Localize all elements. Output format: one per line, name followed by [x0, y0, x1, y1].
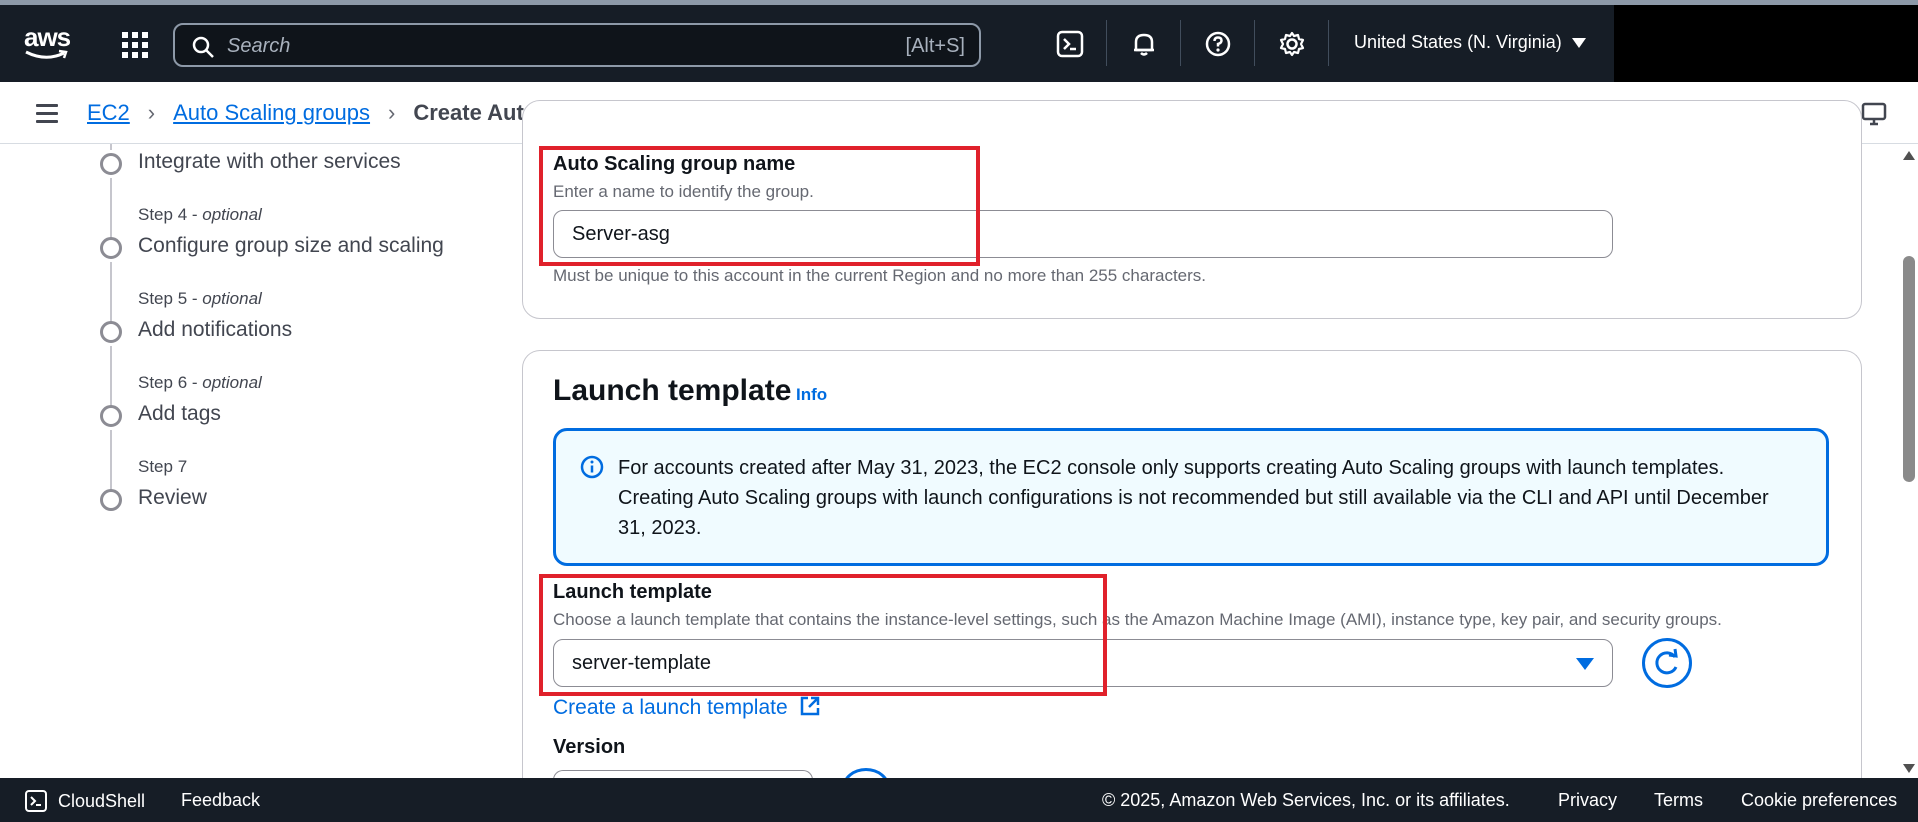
- external-link-icon: [801, 696, 820, 716]
- create-launch-template-text: Create a launch template: [553, 696, 788, 719]
- scroll-up-arrow-icon[interactable]: [1903, 151, 1915, 160]
- services-grid-icon[interactable]: [122, 32, 148, 58]
- step-5-label: Step 5 - optional: [138, 289, 262, 308]
- aws-smile-icon: [25, 49, 68, 59]
- region-label: United States (N. Virginia): [1354, 32, 1562, 52]
- cloudshell-label: CloudShell: [58, 790, 146, 811]
- step-6-title[interactable]: Add tags: [138, 402, 221, 426]
- region-selector[interactable]: United States (N. Virginia): [1354, 32, 1586, 53]
- search-icon: [192, 36, 214, 58]
- step-connector: [110, 144, 112, 150]
- cookie-preferences-link[interactable]: Cookie preferences: [1741, 790, 1897, 811]
- nav-separator: [1180, 20, 1181, 66]
- highlight-box: [539, 146, 980, 266]
- feedback-link[interactable]: Feedback: [181, 790, 260, 811]
- copyright-text: © 2025, Amazon Web Services, Inc. or its…: [1102, 790, 1510, 810]
- top-navigation: aws Search [Alt+S] United States (N. Vir…: [0, 0, 1918, 82]
- gear-icon[interactable]: [1276, 28, 1308, 60]
- asg-name-hint: Must be unique to this account in the cu…: [553, 266, 1207, 285]
- terms-link[interactable]: Terms: [1654, 790, 1703, 811]
- step-3-title[interactable]: Integrate with other services: [138, 150, 401, 174]
- help-icon[interactable]: [1202, 28, 1234, 60]
- step-4-label: Step 4 - optional: [138, 205, 262, 224]
- step-7-label: Step 7: [138, 457, 188, 476]
- scrollbar-thumb[interactable]: [1903, 256, 1915, 482]
- wizard-steps: Integrate with other services Step 4 - o…: [0, 144, 500, 778]
- nav-separator: [1106, 20, 1107, 66]
- nav-separator: [1328, 20, 1329, 66]
- step-connector: [110, 346, 112, 406]
- caret-down-icon: [1571, 38, 1586, 49]
- step-circle-icon: [100, 153, 122, 175]
- search-input[interactable]: Search [Alt+S]: [173, 23, 981, 67]
- step-connector: [110, 178, 112, 238]
- step-connector: [110, 262, 112, 322]
- step-connector: [110, 430, 112, 490]
- refresh-button[interactable]: [1642, 638, 1692, 688]
- search-shortcut: [Alt+S]: [905, 35, 965, 57]
- aws-logo[interactable]: aws: [24, 22, 74, 60]
- info-link[interactable]: Info: [796, 385, 827, 405]
- cloudshell-icon[interactable]: [1054, 28, 1086, 60]
- launch-template-heading: Launch template: [553, 374, 792, 407]
- step-circle-icon: [100, 321, 122, 343]
- scroll-down-arrow-icon[interactable]: [1903, 764, 1915, 773]
- bell-icon[interactable]: [1128, 28, 1160, 60]
- step-5-title[interactable]: Add notifications: [138, 318, 292, 342]
- search-placeholder: Search: [227, 35, 291, 57]
- cloudshell-button[interactable]: CloudShell: [24, 789, 145, 813]
- nav-separator: [1254, 20, 1255, 66]
- step-circle-icon: [100, 405, 122, 427]
- step-6-label: Step 6 - optional: [138, 373, 262, 392]
- breadcrumb-overlay-spacer: [0, 82, 1898, 144]
- step-circle-icon: [100, 489, 122, 511]
- create-launch-template-link[interactable]: Create a launch template: [553, 695, 821, 720]
- cloudshell-icon: [25, 790, 47, 812]
- account-menu-redacted[interactable]: [1614, 5, 1918, 82]
- aws-logo-text: aws: [24, 22, 71, 52]
- step-4-title[interactable]: Configure group size and scaling: [138, 234, 444, 258]
- footer: CloudShell Feedback © 2025, Amazon Web S…: [0, 778, 1918, 822]
- info-alert: For accounts created after May 31, 2023,…: [553, 428, 1829, 566]
- highlight-box: [539, 574, 1107, 696]
- privacy-link[interactable]: Privacy: [1558, 790, 1617, 811]
- alert-text: For accounts created after May 31, 2023,…: [618, 457, 1769, 539]
- refresh-icon: [1655, 648, 1678, 675]
- caret-down-icon: [1576, 658, 1594, 670]
- step-7-title[interactable]: Review: [138, 486, 207, 510]
- version-label: Version: [553, 736, 626, 758]
- step-circle-icon: [100, 237, 122, 259]
- info-icon: [580, 455, 604, 479]
